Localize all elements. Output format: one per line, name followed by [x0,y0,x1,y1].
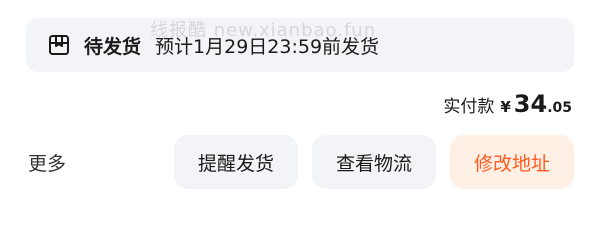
order-status-label: 待发货 [84,35,142,58]
order-status-bar: 待发货 预计1月29日23:59前发货 [26,18,574,72]
remind-shipping-button[interactable]: 提醒发货 [174,135,298,189]
currency-symbol: ¥ [500,98,511,116]
package-box-icon [48,34,70,56]
more-link[interactable]: 更多 [28,149,66,176]
payment-total: 实付款 ¥ 34 .05 [443,90,572,118]
shipping-estimate: 预计1月29日23:59前发货 [155,35,380,58]
view-logistics-button[interactable]: 查看物流 [312,135,436,189]
amount-integer: 34 [513,90,548,118]
amount-decimal: .05 [547,100,572,116]
payment-label: 实付款 [443,97,495,117]
change-address-button[interactable]: 修改地址 [450,135,574,189]
